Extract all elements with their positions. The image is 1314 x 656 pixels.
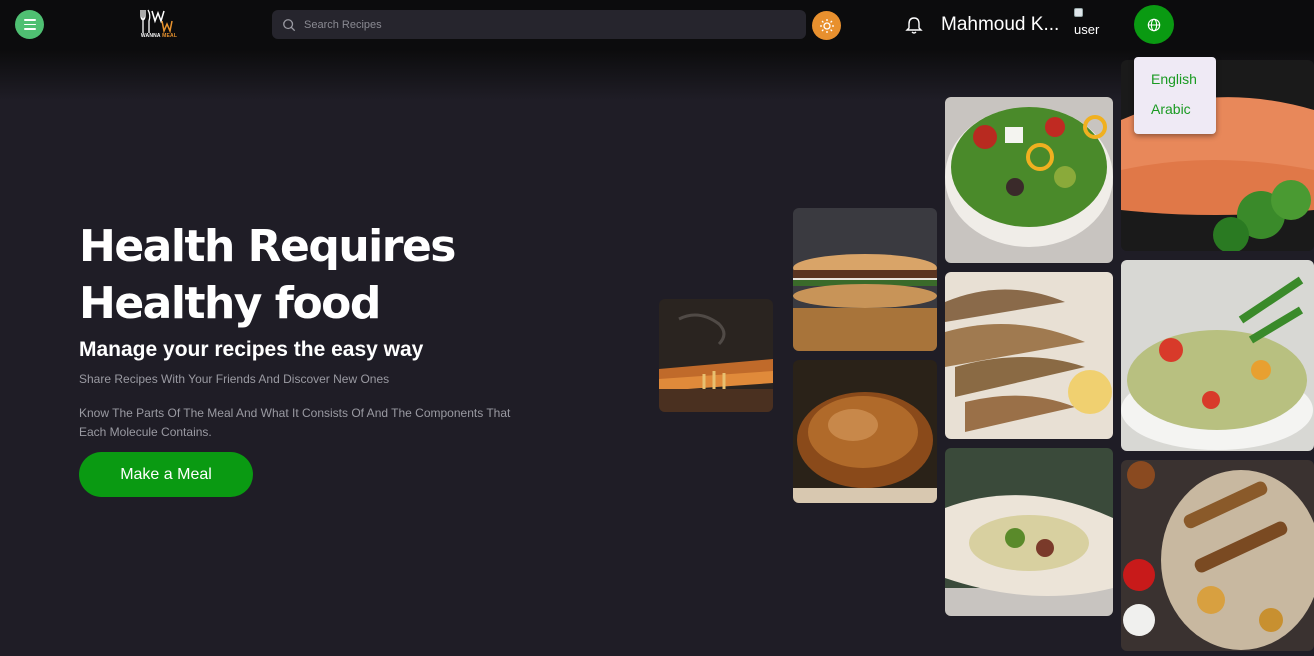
make-a-meal-button[interactable]: Make a Meal xyxy=(79,452,253,497)
gallery-image-fried-fish xyxy=(945,272,1113,439)
wanna-meal-logo[interactable]: WANNA MEAL xyxy=(138,7,180,39)
gallery-image-salad xyxy=(945,97,1113,263)
logo-text-main: WANNA xyxy=(140,33,161,39)
gallery-image-sandwich xyxy=(793,208,937,351)
username-label[interactable]: Mahmoud K... xyxy=(941,14,1059,36)
search-input[interactable] xyxy=(304,18,784,31)
hero-subtitle: Manage your recipes the easy way xyxy=(79,338,424,361)
search-icon xyxy=(283,18,296,31)
fork-knife-logo-icon xyxy=(140,9,173,34)
language-option-english[interactable]: English xyxy=(1151,71,1197,87)
language-button[interactable] xyxy=(1134,5,1174,44)
gallery-image-pasta-salad xyxy=(1121,260,1314,451)
bell-notification-icon[interactable] xyxy=(904,15,924,35)
hero-title-line1: Health Requires xyxy=(79,221,456,272)
sun-icon xyxy=(819,18,834,33)
logo-text-accent: MEAL xyxy=(162,33,178,39)
hero-title: Health Requires Healthy food xyxy=(79,218,499,332)
globe-icon xyxy=(1147,18,1161,31)
menu-bar xyxy=(23,19,36,21)
hamburger-menu-button[interactable] xyxy=(15,10,44,39)
gallery-image-grilled-platter xyxy=(1121,460,1314,651)
language-option-arabic[interactable]: Arabic xyxy=(1151,101,1191,117)
hero-description-parts: Know The Parts Of The Meal And What It C… xyxy=(79,406,511,439)
hero-description-share: Share Recipes With Your Friends And Disc… xyxy=(79,372,390,386)
logo-text: WANNA MEAL xyxy=(138,33,180,39)
user-avatar[interactable]: user xyxy=(1073,8,1103,40)
hero-title-line2: Healthy food xyxy=(79,278,381,329)
gallery-image-shawarma-wrap xyxy=(945,448,1113,616)
gallery-image-pizza xyxy=(659,299,773,412)
search-bar[interactable] xyxy=(272,10,806,39)
gallery-image-roast-chicken xyxy=(793,360,937,503)
avatar-alt-text: user xyxy=(1074,22,1100,37)
language-dropdown: English Arabic xyxy=(1134,57,1216,134)
broken-image-icon xyxy=(1074,8,1083,17)
menu-bar xyxy=(23,28,36,30)
theme-toggle-button[interactable] xyxy=(812,11,841,40)
menu-bar xyxy=(23,23,36,26)
